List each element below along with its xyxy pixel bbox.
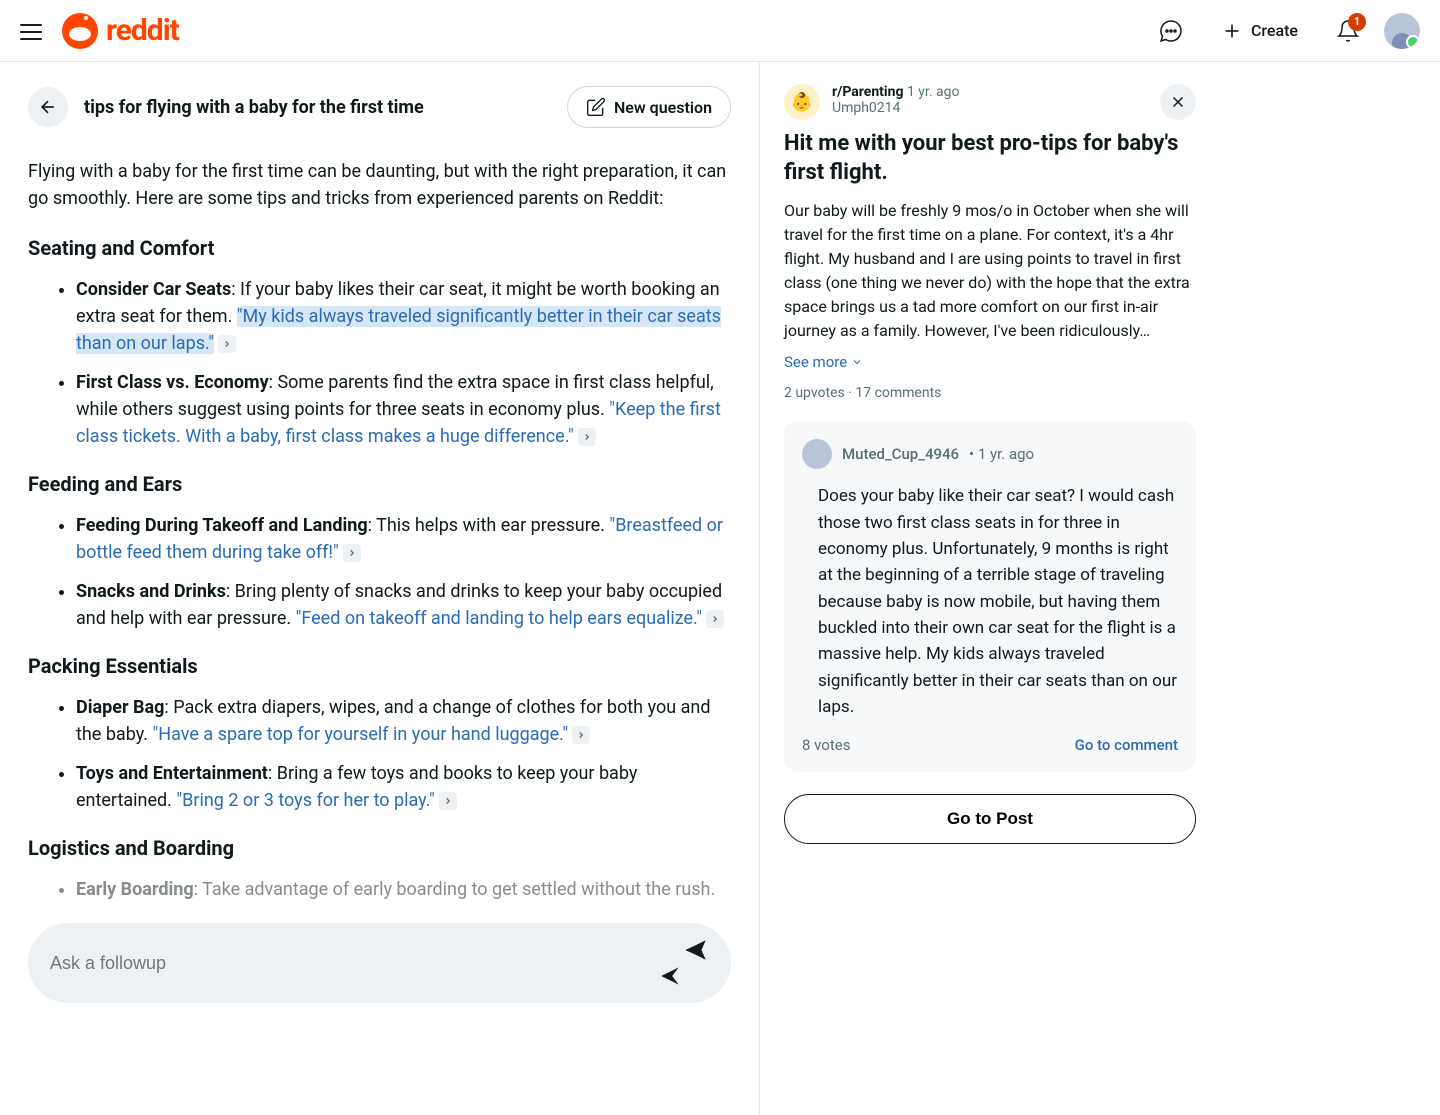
go-to-post-button[interactable]: Go to Post (784, 794, 1196, 844)
section-title: Packing Essentials (28, 654, 731, 678)
chevron-right-icon[interactable] (218, 335, 236, 353)
tip-bold: Diaper Bag (76, 697, 164, 718)
chevron-right-icon[interactable] (343, 544, 361, 562)
post-header: 👶 r/Parenting 1 yr. ago Umph0214 (784, 84, 1196, 120)
tip-list: Early Boarding: Take advantage of early … (28, 876, 731, 903)
tip-bold: Consider Car Seats (76, 279, 231, 300)
tip-item: First Class vs. Economy: Some parents fi… (76, 369, 731, 450)
comment-age: • 1 yr. ago (969, 445, 1034, 463)
close-icon (1169, 93, 1187, 111)
answers-header: tips for flying with a baby for the firs… (28, 86, 731, 128)
comment-footer: 8 votes Go to comment (802, 736, 1178, 754)
section-title: Logistics and Boarding (28, 836, 731, 860)
comment-user[interactable]: Muted_Cup_4946 (842, 445, 959, 463)
comment-count: 17 comments (855, 385, 941, 401)
quote-link[interactable]: "Bring 2 or 3 toys for her to play." (176, 790, 434, 811)
upvote-count: 2 upvotes (784, 385, 845, 401)
followup-input[interactable] (50, 953, 683, 974)
reddit-logo[interactable]: reddit (62, 13, 179, 49)
quote-link[interactable]: "Have a spare top for yourself in your h… (153, 724, 569, 745)
send-icon (683, 937, 709, 963)
post-panel: 👶 r/Parenting 1 yr. ago Umph0214 Hit me … (760, 62, 1220, 1115)
new-question-label: New question (614, 98, 712, 117)
quote-link[interactable]: "Feed on takeoff and landing to help ear… (296, 608, 702, 629)
chevron-right-icon[interactable] (578, 428, 596, 446)
post-meta: r/Parenting 1 yr. ago Umph0214 (832, 84, 959, 116)
tip-bold: Early Boarding (76, 879, 194, 900)
chevron-down-icon (851, 356, 863, 368)
comment-avatar[interactable] (802, 439, 832, 469)
tip-list: Diaper Bag: Pack extra diapers, wipes, a… (28, 694, 731, 814)
tip-bold: First Class vs. Economy (76, 372, 269, 393)
section-title: Seating and Comfort (28, 236, 731, 260)
query-title: tips for flying with a baby for the firs… (84, 97, 551, 118)
tip-item: Snacks and Drinks: Bring plenty of snack… (76, 578, 731, 632)
main-content: tips for flying with a baby for the firs… (0, 62, 1440, 1115)
menu-icon[interactable] (20, 19, 44, 43)
plus-icon (1221, 20, 1243, 42)
tip-item: Toys and Entertainment: Bring a few toys… (76, 760, 731, 814)
see-more-link[interactable]: See more (784, 353, 863, 371)
arrow-left-icon (38, 97, 58, 117)
tip-list: Feeding During Takeoff and Landing: This… (28, 512, 731, 632)
tip-list: Consider Car Seats: If your baby likes t… (28, 276, 731, 450)
tip-item: Consider Car Seats: If your baby likes t… (76, 276, 731, 357)
post-title: Hit me with your best pro-tips for baby'… (784, 130, 1196, 187)
notifications-icon[interactable]: 1 (1328, 11, 1368, 51)
answers-panel: tips for flying with a baby for the firs… (0, 62, 760, 1115)
comment-card: Muted_Cup_4946 • 1 yr. ago Does your bab… (784, 421, 1196, 772)
post-body: Our baby will be freshly 9 mos/o in Octo… (784, 199, 1196, 343)
subreddit-icon[interactable]: 👶 (784, 84, 820, 120)
comment-header: Muted_Cup_4946 • 1 yr. ago (802, 439, 1178, 469)
comment-body: Does your baby like their car seat? I wo… (802, 483, 1178, 720)
create-label: Create (1251, 21, 1298, 40)
edit-icon (586, 97, 606, 117)
tip-item: Diaper Bag: Pack extra diapers, wipes, a… (76, 694, 731, 748)
intro-text: Flying with a baby for the first time ca… (28, 158, 731, 212)
header-right: Create 1 (1151, 11, 1420, 51)
user-avatar[interactable] (1384, 13, 1420, 49)
subreddit-name[interactable]: r/Parenting (832, 84, 903, 100)
go-to-comment-link[interactable]: Go to comment (1075, 736, 1178, 754)
create-button[interactable]: Create (1207, 12, 1312, 50)
notification-badge: 1 (1348, 13, 1366, 31)
new-question-button[interactable]: New question (567, 86, 731, 128)
chat-icon[interactable] (1151, 11, 1191, 51)
followup-container (28, 923, 731, 1003)
send-button[interactable] (683, 937, 709, 989)
header-left: reddit (20, 13, 179, 49)
logo-text: reddit (106, 13, 179, 48)
comment-votes: 8 votes (802, 736, 850, 754)
tip-bold: Snacks and Drinks (76, 581, 226, 602)
chevron-right-icon[interactable] (706, 610, 724, 628)
post-age: 1 yr. ago (907, 84, 960, 100)
section-title: Feeding and Ears (28, 472, 731, 496)
quote-link[interactable]: "My kids always traveled significantly b… (76, 306, 721, 354)
tip-bold: Toys and Entertainment (76, 763, 268, 784)
tip-item: Feeding During Takeoff and Landing: This… (76, 512, 731, 566)
tip-bold: Feeding During Takeoff and Landing (76, 515, 368, 536)
quote-link[interactable]: "Keep the first class tickets. With a ba… (76, 399, 721, 447)
tip-item: Early Boarding: Take advantage of early … (76, 876, 731, 903)
back-button[interactable] (28, 87, 68, 127)
close-button[interactable] (1160, 84, 1196, 120)
chevron-right-icon[interactable] (572, 726, 590, 744)
snoo-icon (62, 13, 98, 49)
chevron-right-icon[interactable] (439, 792, 457, 810)
top-header: reddit Create 1 (0, 0, 1440, 62)
post-stats: 2 upvotes · 17 comments (784, 385, 1196, 401)
post-author[interactable]: Umph0214 (832, 100, 959, 116)
